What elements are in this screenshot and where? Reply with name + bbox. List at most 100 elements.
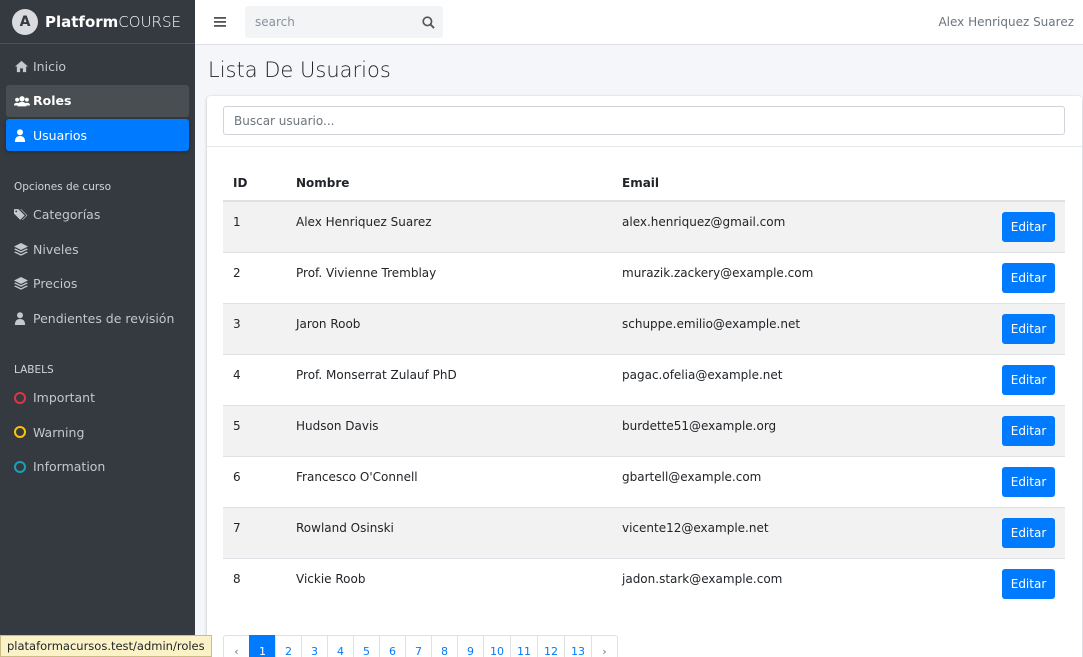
- sidebar-nav: Inicio Roles Usuarios Opciones de curso …: [0, 44, 195, 483]
- users-card: ID Nombre Email 1Alex Henriquez Suarezal…: [207, 96, 1082, 657]
- cell-name: Jaron Roob: [286, 302, 612, 354]
- cell-id: 4: [223, 353, 286, 405]
- cell-actions: Editar: [945, 404, 1065, 456]
- pagination-page[interactable]: 10: [483, 635, 511, 657]
- pagination-page[interactable]: 6: [379, 635, 406, 657]
- user-icon: [14, 311, 30, 325]
- sidebar-item-pendientes[interactable]: Pendientes de revisión: [6, 302, 189, 334]
- layer-group-icon: [14, 242, 30, 256]
- pagination-page[interactable]: 12: [537, 635, 565, 657]
- sidebar-item-inicio[interactable]: Inicio: [6, 50, 189, 82]
- cell-id: 3: [223, 302, 286, 354]
- pagination-next[interactable]: ›: [591, 635, 618, 657]
- edit-button[interactable]: Editar: [1002, 517, 1055, 548]
- pagination-page[interactable]: 3: [301, 635, 328, 657]
- sidebar-item-categorias[interactable]: Categorías: [6, 199, 189, 231]
- sidebar-item-important[interactable]: Important: [6, 382, 189, 414]
- circle-icon: [14, 391, 26, 404]
- pagination-page[interactable]: 11: [510, 635, 538, 657]
- cell-id: 6: [223, 455, 286, 507]
- sidebar-item-usuarios[interactable]: Usuarios: [6, 119, 189, 151]
- search-icon[interactable]: [422, 15, 435, 29]
- pagination-page[interactable]: 1: [249, 635, 276, 657]
- column-header-name: Nombre: [286, 166, 612, 202]
- pagination-page[interactable]: 2: [275, 635, 302, 657]
- layer-group-icon: [14, 277, 30, 290]
- cell-email: gbartell@example.com: [612, 455, 945, 507]
- pagination: ‹ 1 2 3 4 5 6 7 8 9 10 11 12 13 ›: [223, 635, 618, 657]
- page-title: Lista De Usuarios: [208, 58, 391, 82]
- edit-button[interactable]: Editar: [1002, 364, 1055, 395]
- top-navbar: Alex Henriquez Suarez: [195, 0, 1083, 45]
- status-bar-url: plataformacursos.test/admin/roles: [0, 635, 212, 657]
- cell-id: 2: [223, 251, 286, 303]
- pagination-page[interactable]: 5: [353, 635, 380, 657]
- pagination-page[interactable]: 13: [564, 635, 592, 657]
- cell-actions: Editar: [945, 251, 1065, 303]
- column-header-actions: [945, 166, 1065, 202]
- sidebar-item-niveles[interactable]: Niveles: [6, 233, 189, 265]
- card-header: [207, 96, 1082, 147]
- brand-name: PlatformCOURSE: [45, 12, 181, 31]
- cell-email: schuppe.emilio@example.net: [612, 302, 945, 354]
- cell-actions: Editar: [945, 302, 1065, 354]
- table-row: 6 Francesco O'Connell gbartell@example.com…: [223, 455, 1065, 507]
- cell-id: 5: [223, 404, 286, 456]
- pagination-prev[interactable]: ‹: [223, 635, 250, 657]
- user-icon: [14, 128, 30, 142]
- pagination-page[interactable]: 8: [431, 635, 458, 657]
- sidebar-item-roles[interactable]: Roles: [6, 84, 189, 117]
- cell-email: pagac.ofelia@example.net: [612, 353, 945, 405]
- cell-email: burdette51@example.org: [612, 404, 945, 456]
- navbar-search-input[interactable]: [255, 15, 405, 29]
- user-menu-name[interactable]: Alex Henriquez Suarez: [938, 15, 1074, 29]
- pagination-page[interactable]: 7: [405, 635, 432, 657]
- users-icon: [14, 95, 30, 107]
- edit-button[interactable]: Editar: [1002, 466, 1055, 497]
- cell-actions: Editar: [945, 506, 1065, 558]
- sidebar-item-information[interactable]: Information: [6, 451, 189, 483]
- sidebar-item-warning[interactable]: Warning: [6, 416, 189, 448]
- cell-name: Francesco O'Connell: [286, 455, 612, 507]
- table-row: 8 Vickie Roob jadon.stark@example.com Edita…: [223, 557, 1065, 609]
- pagination-page[interactable]: 4: [327, 635, 354, 657]
- table-row: 7 Rowland Osinski vicente12@example.net Edi…: [223, 506, 1065, 558]
- cell-actions: Editar: [945, 455, 1065, 507]
- cell-name: Prof. Monserrat Zulauf PhD: [286, 353, 612, 405]
- nav-header-course-options: Opciones de curso: [14, 180, 112, 193]
- circle-icon: [14, 426, 26, 438]
- table-row: 4 Prof. Monserrat Zulauf PhD pagac.ofelia@…: [223, 353, 1065, 405]
- cell-email: murazik.zackery@example.com: [612, 251, 945, 303]
- brand-link[interactable]: A PlatformCOURSE: [0, 0, 195, 44]
- edit-button[interactable]: Editar: [1002, 415, 1055, 446]
- user-search-input[interactable]: [223, 106, 1065, 135]
- menu-toggle-button[interactable]: [195, 0, 245, 45]
- table-header-row: ID Nombre Email: [223, 166, 1065, 202]
- edit-button[interactable]: Editar: [1002, 211, 1055, 242]
- table-row: 1 Alex Henriquez Suarez alex.henriquez@gma…: [223, 200, 1065, 252]
- cell-name: Rowland Osinski: [286, 506, 612, 558]
- edit-button[interactable]: Editar: [1002, 262, 1055, 293]
- pagination-page[interactable]: 9: [457, 635, 484, 657]
- table-row: 3 Jaron Roob schuppe.emilio@example.net Edi…: [223, 302, 1065, 354]
- users-table: ID Nombre Email 1 Alex Henriquez Suarez al…: [223, 166, 1065, 609]
- cell-actions: Editar: [945, 557, 1065, 609]
- table-row: 2 Prof. Vivienne Tremblay murazik.zackery@…: [223, 251, 1065, 303]
- tags-icon: [14, 208, 30, 221]
- sidebar-item-precios[interactable]: Precios: [6, 268, 189, 300]
- navbar-search: [245, 6, 443, 38]
- cell-email: alex.henriquez@gmail.com: [612, 200, 945, 252]
- cell-name: Alex Henriquez Suarez: [286, 200, 612, 252]
- cell-email: jadon.stark@example.com: [612, 557, 945, 609]
- cell-name: Hudson Davis: [286, 404, 612, 456]
- cell-id: 7: [223, 506, 286, 558]
- edit-button[interactable]: Editar: [1002, 568, 1055, 599]
- cell-id: 8: [223, 557, 286, 609]
- nav-header-labels: LABELS: [14, 363, 54, 376]
- circle-icon: [14, 460, 26, 473]
- cell-actions: Editar: [945, 200, 1065, 252]
- column-header-id: ID: [223, 166, 286, 202]
- hamburger-icon: [214, 17, 226, 27]
- edit-button[interactable]: Editar: [1002, 313, 1055, 344]
- cell-name: Vickie Roob: [286, 557, 612, 609]
